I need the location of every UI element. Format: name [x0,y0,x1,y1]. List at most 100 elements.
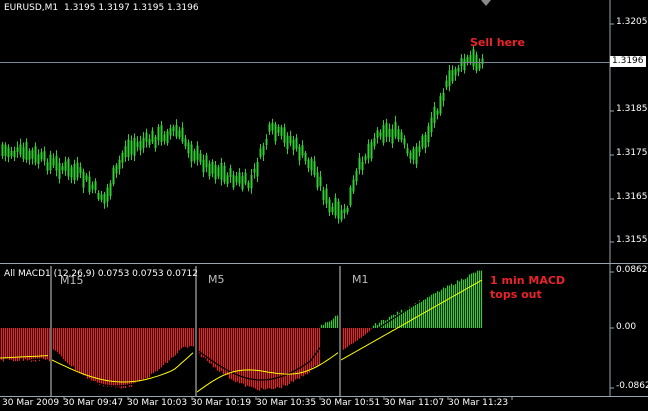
price-candle-body [118,159,121,170]
price-tick-4: 1.3165 [616,192,648,202]
price-candle-body [178,130,181,138]
price-candle-body [292,139,295,150]
price-candle-body [127,139,130,158]
chart-window[interactable]: EURUSD,M1 1.3195 1.3197 1.3195 1.3196 1.… [0,0,648,411]
price-candle-body [139,140,142,151]
price-candle-body [472,49,475,67]
price-candle-body [364,156,367,161]
time-tick-1: 30 Mar 2009 [2,398,60,408]
price-candle-body [136,142,139,148]
price-candle-body [253,168,256,173]
price-candle-body [235,175,238,183]
macd-signal-line [340,279,483,361]
price-candle-body [106,187,109,202]
price-candle-body [451,69,454,82]
price-candle-body [244,172,247,184]
price-candle-body [355,170,358,182]
price-candle-body [160,125,163,143]
price-candle-body [259,148,262,157]
price-candle-body [223,165,226,182]
price-candle-body [271,122,274,131]
price-candle-body [34,146,37,163]
price-candle-body [70,167,73,178]
price-candle-body [409,152,412,159]
price-candle-body [412,148,415,160]
macd-tick-top: 0.0862 [616,265,648,275]
price-candle-body [142,137,145,148]
price-candle-body [295,137,298,149]
price-candle-body [175,124,178,137]
price-candle-body [13,150,16,158]
price-candle-body [115,165,118,174]
price-candle-body [49,154,52,171]
price-candle-body [421,136,424,147]
time-tick-7: 30 Mar 11:07 [384,398,445,408]
price-candle-body [337,201,340,219]
price-candle-body [454,69,457,76]
price-candle-body [37,154,40,165]
section-label-m5: M5 [208,273,225,286]
price-candle-body [442,92,445,101]
price-candle-body [226,175,229,185]
price-candle-body [481,58,484,64]
price-candle-body [217,167,220,177]
price-candle-body [250,174,253,189]
price-candle-body [58,162,61,179]
price-candle-body [43,151,46,161]
price-candle-body [400,132,403,140]
price-candle-body [157,127,160,141]
price-candle-body [82,171,85,188]
chart-canvas[interactable] [0,0,648,411]
price-candle-body [25,142,28,160]
price-candle-body [19,144,22,155]
price-candle-body [346,207,349,212]
price-candle-body [406,148,409,154]
price-candle-body [67,159,70,177]
price-candle-body [391,129,394,144]
price-candle-body [268,124,271,132]
price-candle-body [130,140,133,155]
price-candle-body [196,145,199,160]
price-candle-body [448,70,451,87]
price-candle-body [220,162,223,180]
price-tick-2: 1.3185 [616,104,648,114]
price-candle-body [274,124,277,142]
price-candle-body [457,67,460,72]
price-candle-body [187,142,190,154]
price-candle-body [202,159,205,173]
indicator-title: All MACD1 (12,26,9) 0.0753 0.0753 0.0712 [4,269,199,279]
price-candle-body [22,147,25,159]
price-candle-body [28,150,31,160]
price-candle-body [427,126,430,143]
price-candle-body [469,55,472,63]
time-tick-2: 30 Mar 09:47 [63,398,124,408]
price-candle-body [424,134,427,148]
price-candle-body [205,155,208,168]
price-candle-body [310,158,313,171]
price-candle-body [61,166,64,171]
price-candle-body [103,193,106,204]
price-candle-body [325,188,328,204]
price-candle-body [301,145,304,156]
price-candle-body [169,128,172,136]
price-candle-body [121,152,124,163]
price-candle-body [313,161,316,175]
price-candle-body [340,210,343,220]
price-candle-body [388,128,391,137]
price-candle-body [199,153,202,163]
macd-annotation-line2: tops out [490,288,542,301]
price-candle-body [52,158,55,166]
price-candle-body [367,143,370,159]
price-candle-body [379,132,382,137]
price-candle-body [31,149,34,159]
time-tick-4: 30 Mar 10:19 [191,398,252,408]
price-candle-body [298,146,301,161]
section-label-m15: M15 [60,274,84,287]
price-tick-3: 1.3175 [616,148,648,158]
price-candle-body [166,131,169,144]
macd-tick-zero: 0.00 [616,322,637,332]
price-candles [1,45,484,224]
price-candle-body [382,125,385,143]
price-candle-body [331,206,334,213]
price-tick-5: 1.3155 [616,235,648,245]
